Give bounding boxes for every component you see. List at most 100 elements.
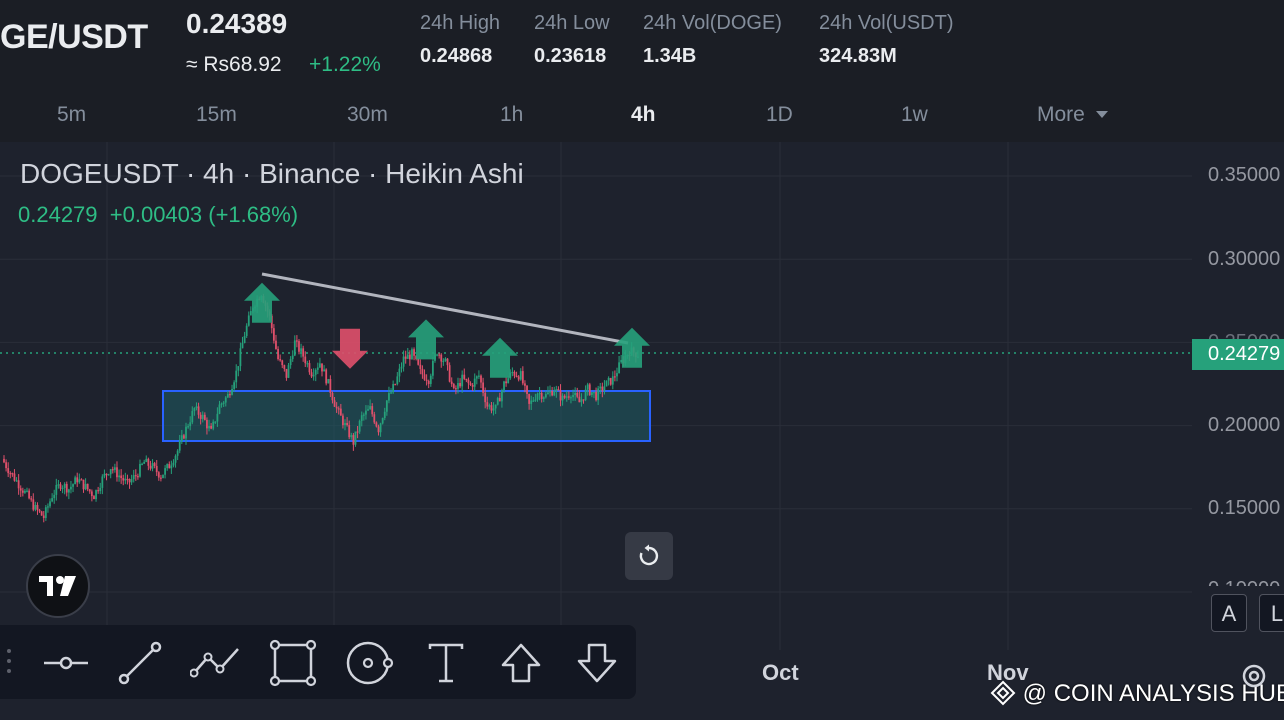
gear-icon[interactable] — [1238, 660, 1270, 692]
candle-body — [197, 406, 200, 415]
candle-body — [59, 484, 62, 489]
binance-logo-icon — [990, 680, 1016, 706]
rectangle-tool[interactable] — [267, 637, 319, 689]
candle-body — [534, 399, 537, 401]
candle-body — [145, 458, 148, 462]
candle-body — [436, 354, 438, 356]
candle-body — [392, 384, 395, 393]
tradingview-logo[interactable] — [26, 554, 90, 618]
candle-body — [224, 397, 227, 403]
candle-body — [15, 480, 18, 482]
candle-body — [465, 378, 468, 381]
candle-body — [501, 390, 503, 402]
arrow-up-icon — [501, 643, 541, 683]
tab-more[interactable]: More — [1037, 103, 1109, 127]
tab-1h[interactable]: 1h — [500, 103, 523, 127]
path-icon — [190, 648, 239, 678]
candle-body — [72, 484, 74, 487]
candle-body — [448, 365, 451, 382]
candle-body — [28, 490, 31, 499]
candle-body — [371, 406, 374, 415]
candle-body — [488, 405, 491, 407]
candle-body — [113, 467, 116, 470]
candle-body — [528, 393, 531, 404]
candle-body — [536, 393, 539, 400]
candle-body — [452, 384, 455, 389]
candle-body — [381, 418, 384, 424]
candle-body — [222, 402, 225, 404]
candle-body — [358, 420, 361, 432]
tab-4h[interactable]: 4h — [631, 103, 656, 127]
candle-body — [429, 375, 432, 384]
candle-body — [287, 365, 290, 378]
trend-line-tool[interactable] — [114, 637, 166, 689]
candle-body — [580, 399, 583, 403]
candle-body — [356, 431, 359, 433]
candle-body — [306, 363, 309, 365]
candle-body — [143, 461, 146, 464]
candle-body — [103, 473, 106, 477]
arrow-down-icon — [577, 643, 617, 683]
chart-legend-values: 0.24279 +0.00403 (+1.68%) — [18, 202, 298, 228]
legend-close: 0.24279 — [18, 202, 98, 227]
reset-chart-button[interactable] — [625, 532, 673, 580]
candle-body — [513, 371, 516, 376]
text-icon — [428, 643, 464, 683]
chevron-down-icon — [1095, 111, 1108, 119]
tab-1d[interactable]: 1D — [766, 103, 793, 127]
path-tool[interactable] — [190, 637, 242, 689]
candle-body — [404, 356, 407, 359]
tab-15m[interactable]: 15m — [196, 103, 237, 127]
candle-body — [611, 376, 614, 385]
arrow-down-tool[interactable] — [571, 637, 623, 689]
drag-handle-icon[interactable] — [6, 647, 12, 677]
candle-body — [109, 469, 112, 475]
stat-label-vol-doge: 24h Vol(DOGE) — [643, 12, 782, 34]
candle-body — [220, 403, 223, 405]
candle-body — [172, 462, 175, 466]
candle-body — [427, 381, 430, 384]
candle-body — [484, 392, 487, 403]
candle-body — [214, 421, 217, 423]
stat-value-vol-usdt: 324.83M — [819, 45, 897, 67]
candle-body — [561, 395, 564, 401]
candle-body — [588, 384, 591, 395]
candle-body — [191, 411, 194, 423]
candle-body — [218, 404, 221, 414]
candle-body — [354, 431, 357, 445]
candle-body — [325, 369, 328, 384]
candle-body — [42, 515, 45, 518]
candle-body — [547, 392, 549, 395]
candle-body — [532, 400, 535, 402]
y-tick: 0.20000 — [1208, 414, 1281, 436]
candle-body — [166, 464, 169, 469]
tab-1w[interactable]: 1w — [901, 103, 928, 127]
pair-symbol[interactable]: GE/USDT — [0, 18, 148, 57]
tab-5m[interactable]: 5m — [57, 103, 86, 127]
tab-30m[interactable]: 30m — [347, 103, 388, 127]
candle-body — [342, 415, 344, 426]
candle-body — [3, 458, 5, 463]
candle-body — [201, 414, 204, 419]
circle-tool[interactable] — [344, 637, 396, 689]
log-scale-button[interactable]: L — [1259, 594, 1284, 632]
candle-body — [390, 392, 392, 394]
candle-body — [438, 354, 441, 356]
candle-body — [168, 464, 171, 469]
arrow-up-tool[interactable] — [495, 637, 547, 689]
horizontal-line-tool[interactable] — [40, 637, 92, 689]
candle-body — [607, 377, 610, 381]
text-tool[interactable] — [420, 637, 472, 689]
candle-body — [597, 388, 600, 401]
candle-body — [321, 363, 323, 372]
candle-body — [78, 479, 81, 483]
candle-body — [95, 490, 97, 500]
auto-scale-button[interactable]: A — [1211, 594, 1247, 632]
candle-body — [425, 379, 428, 382]
candle-body — [279, 359, 282, 361]
candle-body — [285, 368, 288, 378]
candle-body — [396, 376, 399, 385]
candle-body — [417, 359, 420, 365]
candle-body — [584, 389, 587, 400]
candle-body — [555, 389, 558, 392]
